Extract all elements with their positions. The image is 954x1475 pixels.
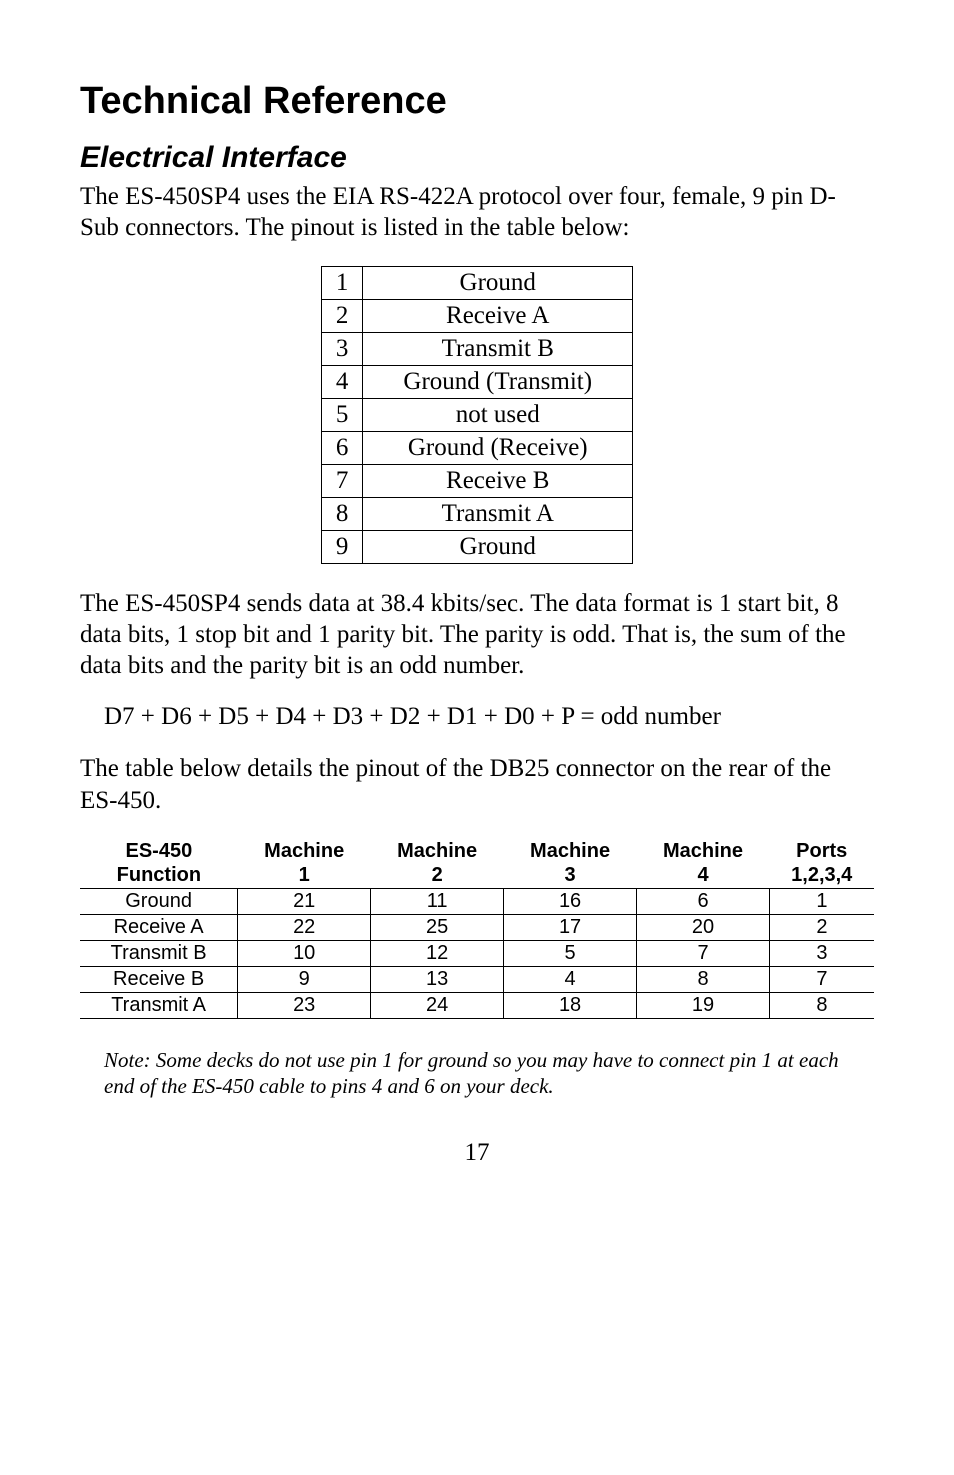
cell-m1: 10	[238, 940, 371, 966]
cell-m4: 8	[637, 966, 770, 992]
db25-header-m3: Machine 3	[504, 838, 637, 889]
cell-m4: 6	[637, 888, 770, 914]
cell-m2: 11	[371, 888, 504, 914]
table-row: Ground 21 11 16 6 1	[80, 888, 874, 914]
cell-m1: 23	[238, 992, 371, 1018]
pin-signal: Ground	[363, 530, 633, 563]
header-line: Ports	[796, 840, 847, 862]
cell-m1: 22	[238, 914, 371, 940]
cell-m4: 20	[637, 914, 770, 940]
db25-header-m1: Machine 1	[238, 838, 371, 889]
pin-number: 2	[321, 299, 363, 332]
table-row: 8Transmit A	[321, 497, 632, 530]
pin-signal: Ground (Receive)	[363, 431, 633, 464]
page-title: Technical Reference	[80, 80, 874, 123]
page-number: 17	[80, 1139, 874, 1167]
cell-m1: 9	[238, 966, 371, 992]
table-row: 4Ground (Transmit)	[321, 365, 632, 398]
pin-number: 6	[321, 431, 363, 464]
cell-m2: 13	[371, 966, 504, 992]
table-row: Receive A 22 25 17 20 2	[80, 914, 874, 940]
header-line: Function	[117, 864, 201, 886]
header-line: Machine	[264, 840, 344, 862]
header-line: ES-450	[126, 840, 193, 862]
data-format-paragraph: The ES-450SP4 sends data at 38.4 kbits/s…	[80, 588, 874, 682]
parity-equation: D7 + D6 + D5 + D4 + D3 + D2 + D1 + D0 + …	[104, 703, 874, 731]
pin-number: 5	[321, 398, 363, 431]
cell-func: Ground	[80, 888, 238, 914]
cell-m4: 19	[637, 992, 770, 1018]
table-row: 3Transmit B	[321, 332, 632, 365]
section-heading: Electrical Interface	[80, 141, 874, 175]
table-row: 9Ground	[321, 530, 632, 563]
db25-table: ES-450 Function Machine 1 Machine 2 Mach…	[80, 838, 874, 1019]
cell-m3: 17	[504, 914, 637, 940]
db25-intro-paragraph: The table below details the pinout of th…	[80, 753, 874, 816]
db25-header-function: ES-450 Function	[80, 838, 238, 889]
pin-signal: Receive A	[363, 299, 633, 332]
db25-header-m2: Machine 2	[371, 838, 504, 889]
header-line: 1	[299, 864, 310, 886]
cell-ports: 2	[769, 914, 874, 940]
cell-func: Transmit B	[80, 940, 238, 966]
cell-m3: 4	[504, 966, 637, 992]
cell-func: Receive A	[80, 914, 238, 940]
table-row: 7Receive B	[321, 464, 632, 497]
table-row: 1Ground	[321, 266, 632, 299]
pin-number: 9	[321, 530, 363, 563]
header-line: Machine	[663, 840, 743, 862]
header-line: 2	[432, 864, 443, 886]
pinout-table: 1Ground 2Receive A 3Transmit B 4Ground (…	[321, 266, 633, 564]
pin-number: 4	[321, 365, 363, 398]
cell-func: Receive B	[80, 966, 238, 992]
cell-m2: 24	[371, 992, 504, 1018]
pin-signal: Transmit A	[363, 497, 633, 530]
cell-m3: 16	[504, 888, 637, 914]
cell-m2: 25	[371, 914, 504, 940]
table-row: 6Ground (Receive)	[321, 431, 632, 464]
pin-signal: Ground (Transmit)	[363, 365, 633, 398]
table-row: 5not used	[321, 398, 632, 431]
cell-m4: 7	[637, 940, 770, 966]
db25-header-ports: Ports 1,2,3,4	[769, 838, 874, 889]
cell-ports: 1	[769, 888, 874, 914]
table-row: Transmit A 23 24 18 19 8	[80, 992, 874, 1018]
pin-signal: Ground	[363, 266, 633, 299]
cell-m3: 18	[504, 992, 637, 1018]
pin-number: 1	[321, 266, 363, 299]
cell-ports: 8	[769, 992, 874, 1018]
intro-paragraph: The ES-450SP4 uses the EIA RS-422A proto…	[80, 181, 874, 244]
pin-signal: not used	[363, 398, 633, 431]
cell-func: Transmit A	[80, 992, 238, 1018]
table-row: Transmit B 10 12 5 7 3	[80, 940, 874, 966]
header-line: 3	[565, 864, 576, 886]
cell-m1: 21	[238, 888, 371, 914]
header-line: Machine	[397, 840, 477, 862]
header-line: 1,2,3,4	[791, 864, 852, 886]
pin-number: 3	[321, 332, 363, 365]
pin-signal: Receive B	[363, 464, 633, 497]
pin-signal: Transmit B	[363, 332, 633, 365]
pin-number: 8	[321, 497, 363, 530]
cell-ports: 7	[769, 966, 874, 992]
cell-ports: 3	[769, 940, 874, 966]
pin-number: 7	[321, 464, 363, 497]
header-line: 4	[697, 864, 708, 886]
db25-header-m4: Machine 4	[637, 838, 770, 889]
footnote: Note: Some decks do not use pin 1 for gr…	[104, 1047, 874, 1100]
cell-m3: 5	[504, 940, 637, 966]
cell-m2: 12	[371, 940, 504, 966]
header-line: Machine	[530, 840, 610, 862]
table-row: Receive B 9 13 4 8 7	[80, 966, 874, 992]
table-row: 2Receive A	[321, 299, 632, 332]
